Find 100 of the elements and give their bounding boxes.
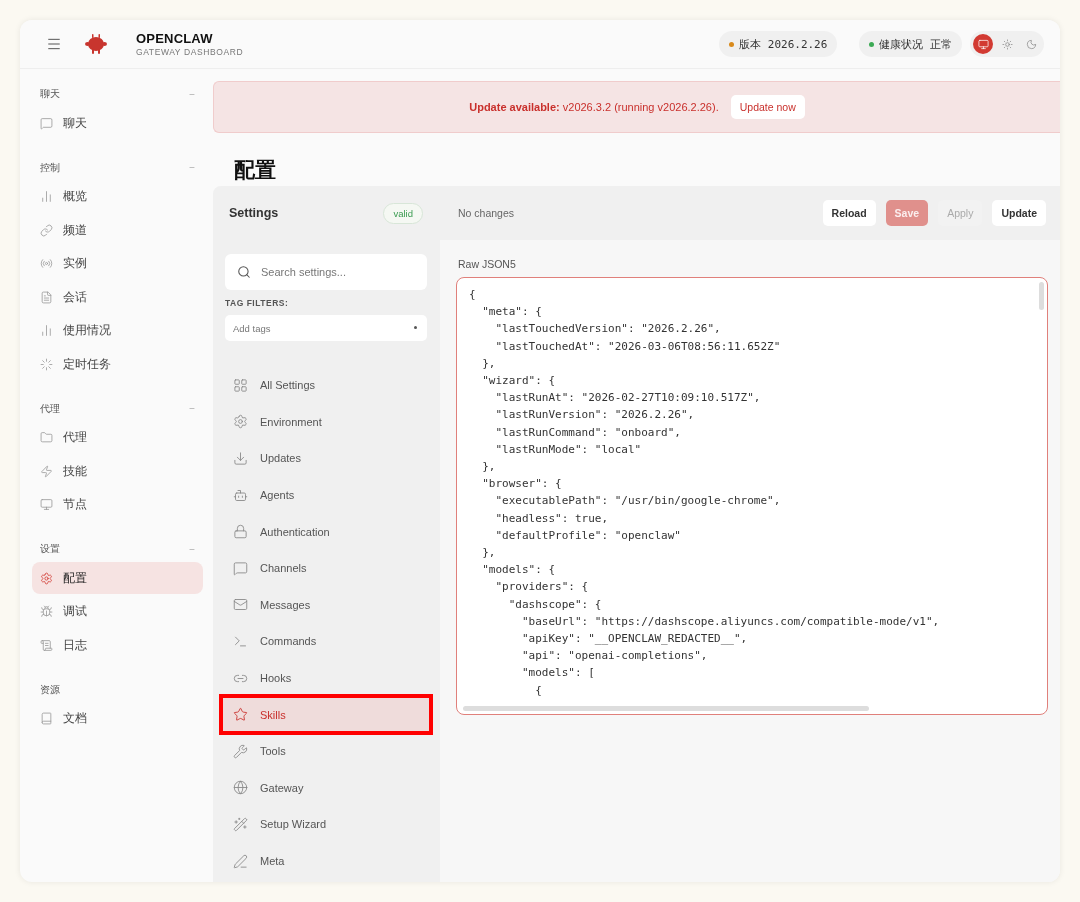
settings-nav-item[interactable]: Hooks <box>225 659 427 697</box>
sidebar-item[interactable]: 使用情况 <box>32 314 203 347</box>
code-line: "executablePath": "/usr/bin/google-chrome", <box>494 493 781 510</box>
search-field[interactable]: Search settings... <box>225 254 427 290</box>
code-line: { <box>534 682 542 699</box>
sidebar-item[interactable]: 实例 <box>32 247 203 280</box>
settings-nav-item[interactable]: Tools <box>225 732 427 770</box>
sidebar-item-label: 配置 <box>63 570 87 586</box>
sidebar-item[interactable]: 日志 <box>32 629 203 661</box>
settings-nav-item[interactable]: Meta <box>225 842 427 880</box>
settings-nav-item[interactable]: Agents <box>225 476 427 514</box>
tag-select-field[interactable]: Add tags <box>225 315 427 341</box>
folder-icon <box>40 431 53 444</box>
code-line: "lastRunMode": "local" <box>494 441 642 458</box>
sidebar-item[interactable]: 技能 <box>32 455 203 487</box>
settings-nav-item[interactable]: Environment <box>225 403 427 441</box>
book-icon <box>40 712 53 725</box>
code-line: "lastRunCommand": "onboard", <box>494 424 681 441</box>
bar-chart-icon <box>40 324 53 337</box>
nav-label: Messages <box>260 598 311 611</box>
sidebar-item[interactable]: 节点 <box>32 488 203 521</box>
robot-icon <box>233 487 248 503</box>
document-icon <box>40 290 53 304</box>
nav-label: Gateway <box>260 781 304 794</box>
sidebar-item[interactable]: 概览 <box>32 180 203 213</box>
sidebar-item-label: 调试 <box>63 604 87 619</box>
code-line: "providers": { <box>494 579 589 596</box>
toolbar-button[interactable]: Reload <box>822 200 876 226</box>
sidebar-item[interactable]: 定时任务 <box>32 348 203 380</box>
sidebar-item[interactable]: 代理 <box>32 421 203 454</box>
toolbar-button[interactable]: Update <box>992 200 1046 226</box>
star-icon <box>233 707 248 723</box>
settings-nav-item[interactable]: Updates <box>225 440 427 477</box>
bug-icon <box>40 605 53 618</box>
horizontal-scrollbar[interactable] <box>463 706 869 711</box>
nav-label: Hooks <box>260 672 292 685</box>
monitor-theme-button[interactable] <box>973 34 993 54</box>
grid-icon <box>233 377 248 393</box>
code-line: "dashscope": { <box>507 596 602 613</box>
sidebar-item-label: 文档 <box>63 711 87 726</box>
loader-icon <box>40 357 53 371</box>
sidebar-item[interactable]: 聊天 <box>32 107 203 139</box>
json-editor[interactable] <box>456 277 1048 715</box>
sidebar-item-label: 定时任务 <box>63 356 111 372</box>
settings-nav-item[interactable]: Setup Wizard <box>225 806 427 843</box>
sidebar-item[interactable]: 调试 <box>32 595 203 628</box>
wand-icon <box>233 816 248 832</box>
brand-name: OPENCLAW <box>136 31 214 46</box>
download-icon <box>233 451 248 466</box>
settings-nav-item[interactable]: Authentication <box>225 513 427 550</box>
page-title: 配置 <box>234 157 277 183</box>
code-line: "lastRunAt": "2026-02-27T10:09:10.517Z", <box>494 390 761 407</box>
wrench-icon <box>233 743 248 759</box>
monitor-icon <box>40 498 53 511</box>
code-line: "apiKey": "__OPENCLAW_REDACTED__", <box>520 631 748 648</box>
sidebar-item-label: 概览 <box>63 189 87 204</box>
scroll-icon <box>40 638 53 652</box>
settings-nav-item[interactable]: Skills <box>221 696 431 733</box>
settings-title: Settings <box>229 206 279 220</box>
code-line: "meta": { <box>481 304 542 321</box>
settings-nav-item[interactable]: Messages <box>225 586 427 624</box>
settings-nav-item[interactable]: Gateway <box>225 769 427 807</box>
nav-label: Authentication <box>260 525 330 538</box>
crab-logo-icon <box>84 32 108 56</box>
code-line: "wizard": { <box>481 373 556 389</box>
code-line: "defaultProfile": "openclaw" <box>494 527 681 544</box>
sidebar-item[interactable]: 会话 <box>32 281 203 313</box>
nav-label: Channels <box>260 562 307 575</box>
status-text: 版本 2026.2.26 <box>739 36 828 52</box>
settings-nav-item[interactable]: All Settings <box>225 367 427 404</box>
group-title: 设置 <box>40 542 60 556</box>
sidebar-item[interactable]: 文档 <box>32 702 203 735</box>
tag-filters-label: TAG FILTERS: <box>225 298 290 308</box>
radio-icon <box>40 257 53 270</box>
mail-icon <box>233 597 248 613</box>
code-line: }, <box>481 459 496 476</box>
sidebar-item-label: 日志 <box>63 637 87 653</box>
update-now-button[interactable]: Update now <box>730 95 805 119</box>
sidebar-item[interactable]: 频道 <box>32 214 203 246</box>
valid-badge: valid <box>383 202 423 224</box>
menu-icon[interactable] <box>46 36 62 52</box>
settings-nav-item[interactable]: Channels <box>225 549 427 587</box>
vertical-scrollbar[interactable] <box>1039 282 1044 310</box>
code-line: "models": { <box>481 562 556 579</box>
settings-nav-item[interactable]: Commands <box>225 623 427 660</box>
nav-label: Agents <box>260 489 295 502</box>
code-line: "headless": true, <box>494 510 609 527</box>
dropdown-caret-icon <box>414 326 417 329</box>
update-message: Update available: v2026.3.2 (running v2026.2.26). <box>469 101 719 113</box>
chat-icon <box>40 116 53 130</box>
bar-chart-icon <box>40 190 53 203</box>
lightning-icon <box>40 464 53 478</box>
code-line: "baseUrl": "https://dashscope.aliyuncs.com/compatible-mode/v1", <box>520 613 940 630</box>
code-line: "api": "openai-completions", <box>520 648 708 665</box>
change-status: No changes <box>458 207 516 219</box>
nav-label: All Settings <box>260 379 316 392</box>
sidebar-item[interactable]: 配置 <box>32 562 203 594</box>
monitor-icon <box>977 38 989 50</box>
group-title: 资源 <box>40 682 60 697</box>
code-line: "lastTouchedVersion": "2026.2.26", <box>494 321 721 338</box>
